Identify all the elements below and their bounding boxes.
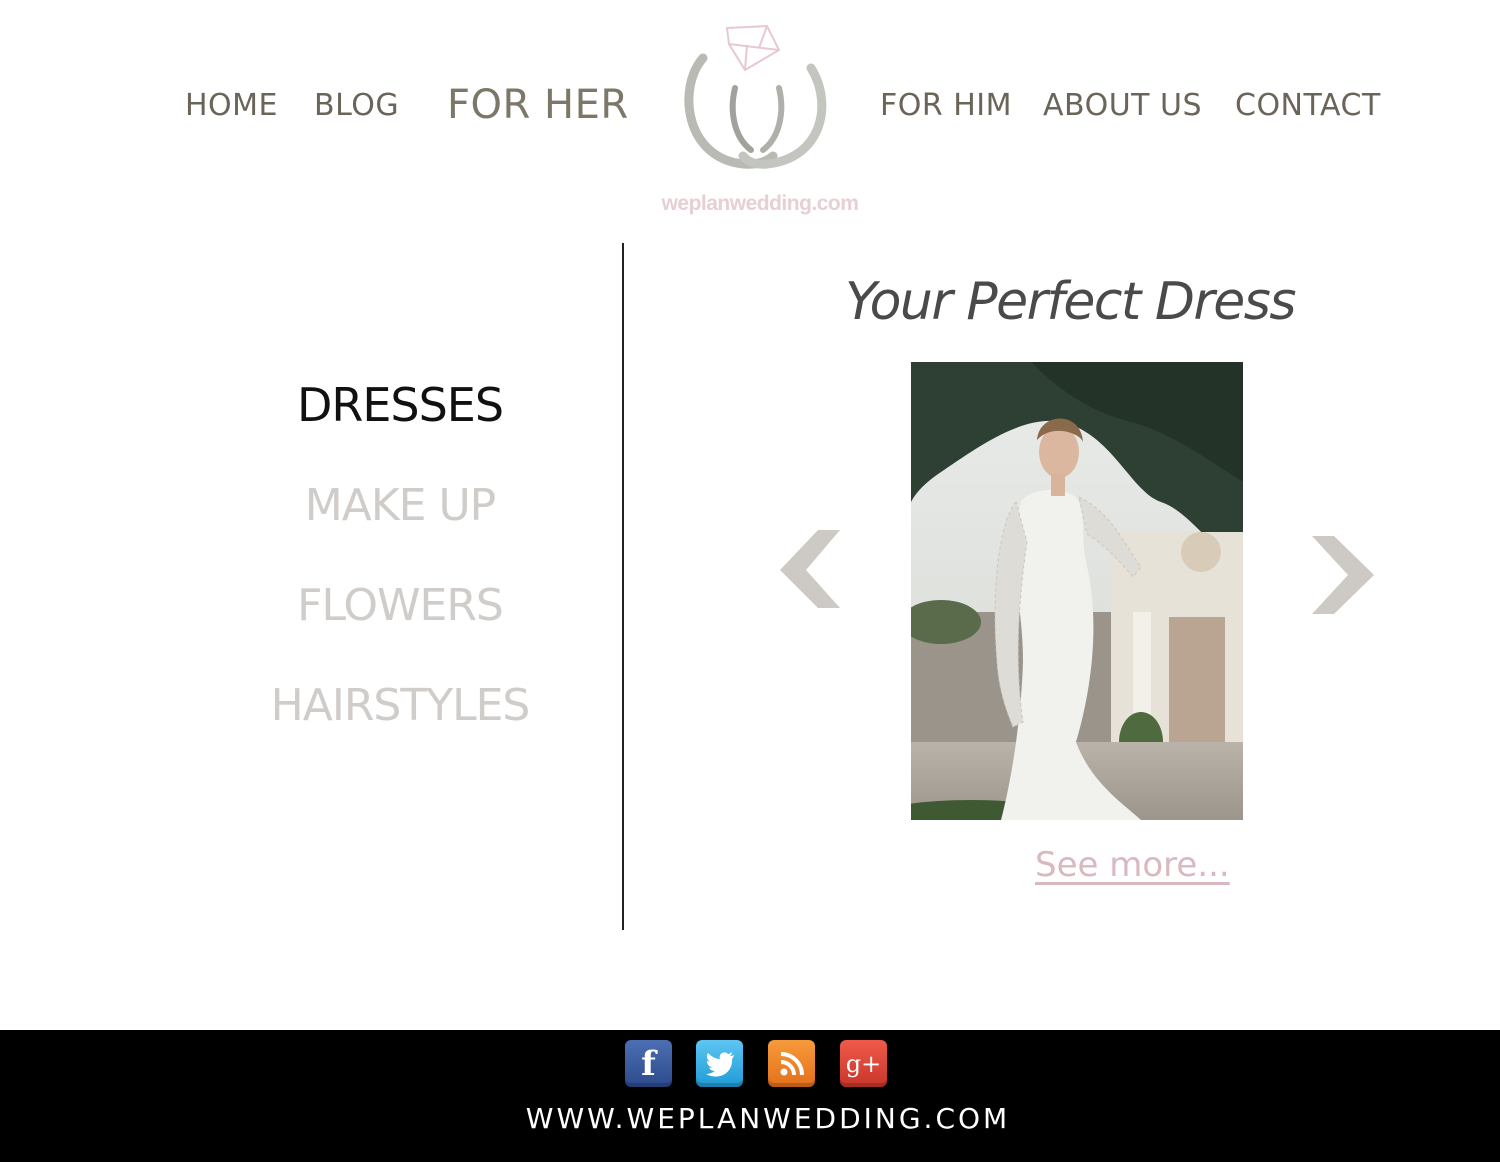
rss-icon[interactable] — [768, 1040, 815, 1087]
nav-for-her[interactable]: FOR HER — [447, 82, 629, 128]
twitter-icon[interactable] — [696, 1040, 743, 1087]
see-more-link[interactable]: See more... — [1035, 845, 1230, 885]
rss-feed-icon — [780, 1051, 804, 1075]
chevron-right-icon — [1312, 536, 1374, 614]
sidebar-item-hairstyles[interactable]: HAIRSTYLES — [230, 680, 570, 731]
nav-home[interactable]: HOME — [185, 88, 278, 123]
footer: f g+ WWW.WEPLANWEDDING.COM — [0, 1030, 1500, 1162]
nav-for-him[interactable]: FOR HIM — [880, 88, 1012, 123]
facebook-icon[interactable]: f — [625, 1040, 672, 1087]
google-plus-icon[interactable]: g+ — [840, 1040, 887, 1087]
logo-text: weplanwedding.com — [661, 192, 859, 215]
nav-contact[interactable]: CONTACT — [1235, 88, 1381, 123]
rings-diamond-icon — [684, 24, 827, 169]
twitter-bird-icon — [705, 1051, 734, 1077]
chevron-left-icon — [780, 530, 840, 608]
carousel-next-button[interactable] — [1310, 534, 1376, 620]
carousel-prev-button[interactable] — [776, 528, 842, 614]
sidebar-item-make-up[interactable]: MAKE UP — [230, 480, 570, 531]
section-title: Your Perfect Dress — [845, 272, 1296, 332]
nav-about-us[interactable]: ABOUT US — [1043, 88, 1202, 123]
dress-photo[interactable] — [911, 362, 1243, 820]
nav-blog[interactable]: BLOG — [314, 88, 399, 123]
vertical-divider — [622, 243, 624, 930]
bride-photo-image — [911, 362, 1243, 820]
sidebar-item-flowers[interactable]: FLOWERS — [230, 580, 570, 631]
sidebar-item-dresses[interactable]: DRESSES — [230, 378, 570, 432]
footer-url: WWW.WEPLANWEDDING.COM — [525, 1102, 1011, 1135]
site-logo[interactable]: weplanwedding.com — [655, 18, 865, 223]
